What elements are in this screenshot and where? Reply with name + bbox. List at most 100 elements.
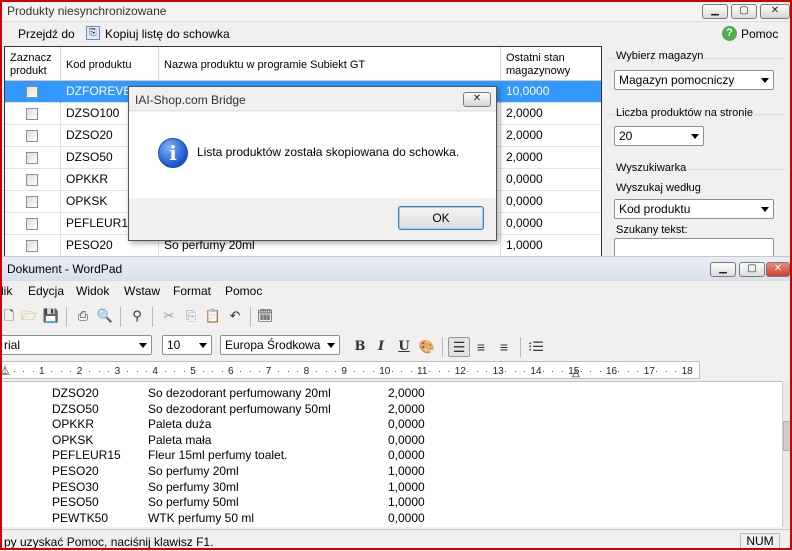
wordpad-maximize-button[interactable]: ▢ bbox=[739, 262, 765, 277]
row-checkbox[interactable] bbox=[26, 240, 38, 252]
toolbar-separator bbox=[520, 337, 521, 357]
search-text-input[interactable] bbox=[614, 238, 774, 258]
align-right-icon[interactable]: ≡ bbox=[495, 338, 513, 356]
num-lock-indicator: NUM bbox=[740, 533, 780, 549]
toolbar-separator bbox=[442, 337, 443, 357]
dialog-titlebar[interactable]: IAI-Shop.com Bridge ✕ bbox=[129, 87, 496, 111]
print-preview-icon[interactable]: 🔍 bbox=[96, 307, 114, 325]
search-by-select[interactable]: Kod produktu bbox=[614, 199, 774, 219]
toolbar-separator bbox=[152, 307, 153, 327]
vertical-scrollbar[interactable] bbox=[782, 381, 792, 527]
wordpad-close-button[interactable]: ✕ bbox=[766, 262, 790, 277]
ruler-tick bbox=[627, 371, 629, 372]
ruler-number: 6 bbox=[228, 366, 234, 377]
row-checkbox[interactable] bbox=[26, 196, 38, 208]
bullets-icon[interactable]: ⁝☰ bbox=[527, 338, 545, 356]
ruler-number: 13 bbox=[492, 366, 504, 377]
line-code: PESO30 bbox=[52, 479, 99, 494]
ruler-tick bbox=[32, 371, 34, 372]
align-center-icon[interactable]: ≡ bbox=[472, 338, 490, 356]
ruler-number: 16 bbox=[606, 366, 618, 377]
status-bar: py uzyskać Pomoc, naciśnij klawisz F1. N… bbox=[0, 529, 792, 551]
menu-view[interactable]: Widok bbox=[76, 284, 109, 298]
undo-icon[interactable]: ↶ bbox=[226, 307, 244, 325]
font-name-value: rial bbox=[4, 338, 21, 352]
find-icon[interactable]: ⚲ bbox=[128, 307, 146, 325]
ok-button[interactable]: OK bbox=[398, 206, 484, 230]
close-button[interactable]: ✕ bbox=[760, 4, 790, 19]
header-code[interactable]: Kod produktu bbox=[61, 47, 159, 81]
copy-icon[interactable]: ⎘ bbox=[182, 307, 200, 325]
save-icon[interactable]: 💾 bbox=[42, 307, 60, 325]
indent-marker[interactable]: ⏅ bbox=[0, 362, 10, 377]
menu-help[interactable]: Pomoc bbox=[225, 284, 262, 298]
row-checkbox[interactable] bbox=[26, 108, 38, 120]
ruler-tick bbox=[325, 371, 327, 372]
italic-button[interactable]: I bbox=[372, 338, 390, 356]
right-indent-marker[interactable]: △ bbox=[572, 368, 580, 379]
minimize-button[interactable]: ▁ bbox=[702, 4, 728, 19]
select-cell[interactable] bbox=[5, 103, 61, 125]
wordpad-title: Dokument - WordPad bbox=[7, 262, 123, 276]
line-code: OPKSK bbox=[52, 432, 94, 447]
select-cell[interactable] bbox=[5, 81, 61, 103]
ruler-tick bbox=[221, 371, 223, 372]
header-stock[interactable]: Ostatni stan magazynowy bbox=[501, 47, 601, 81]
wordpad-minimize-button[interactable]: ▁ bbox=[710, 262, 736, 277]
select-cell[interactable] bbox=[5, 235, 61, 257]
row-checkbox[interactable] bbox=[26, 218, 38, 230]
copy-list-button[interactable]: Kopiuj listę do schowka bbox=[105, 27, 230, 41]
cut-icon[interactable]: ✂ bbox=[160, 307, 178, 325]
toolbar-separator bbox=[66, 307, 67, 327]
select-cell[interactable] bbox=[5, 213, 61, 235]
select-cell[interactable] bbox=[5, 169, 61, 191]
paste-icon[interactable]: 📋 bbox=[204, 307, 222, 325]
select-cell[interactable] bbox=[5, 147, 61, 169]
chevron-down-icon bbox=[691, 134, 699, 139]
dialog-close-button[interactable]: ✕ bbox=[463, 92, 491, 107]
line-code: DZSO50 bbox=[52, 401, 99, 416]
script-select[interactable]: Europa Środkowa bbox=[220, 335, 340, 355]
ruler-tick bbox=[316, 371, 318, 372]
ruler[interactable]: ⏅ 1 2 3 4 5 6 7 8 9 10 11 12 13 14 15 16 17 18 △ bbox=[0, 361, 700, 379]
open-folder-icon[interactable]: 🗁 bbox=[20, 307, 38, 325]
select-cell[interactable] bbox=[5, 191, 61, 213]
new-document-icon[interactable]: 🗋 bbox=[0, 307, 18, 325]
wordpad-titlebar[interactable]: Dokument - WordPad ▁ ▢ ✕ bbox=[0, 257, 792, 281]
menu-edit[interactable]: Edycja bbox=[28, 284, 64, 298]
insert-date-icon[interactable]: 🗓 bbox=[256, 307, 274, 325]
row-checkbox[interactable] bbox=[26, 152, 38, 164]
row-checkbox[interactable] bbox=[26, 130, 38, 142]
document-area[interactable]: DZSO20 So dezodorant perfumowany 20ml 2,00… bbox=[0, 381, 782, 527]
ruler-tick bbox=[580, 371, 582, 372]
ruler-number: 5 bbox=[190, 366, 196, 377]
underline-button[interactable]: U bbox=[395, 338, 413, 356]
help-button[interactable]: Pomoc bbox=[741, 27, 778, 41]
warehouse-select[interactable]: Magazyn pomocniczy bbox=[614, 70, 774, 90]
ruler-number: 2 bbox=[76, 366, 83, 377]
select-cell[interactable] bbox=[5, 125, 61, 147]
font-name-select[interactable]: rial bbox=[0, 335, 152, 355]
row-checkbox[interactable] bbox=[26, 174, 38, 186]
per-page-select-value: 20 bbox=[619, 129, 633, 143]
header-name[interactable]: Nazwa produktu w programie Subiekt GT bbox=[159, 47, 501, 81]
maximize-button[interactable]: ▢ bbox=[731, 4, 757, 19]
chevron-down-icon bbox=[199, 343, 207, 348]
ruler-tick bbox=[542, 371, 544, 372]
products-window-titlebar[interactable]: Produkty niesynchronizowane ▁ ▢ ✕ bbox=[0, 0, 792, 22]
ruler-tick bbox=[334, 371, 336, 372]
menu-insert[interactable]: Wstaw bbox=[124, 284, 160, 298]
row-checkbox[interactable] bbox=[26, 86, 38, 98]
color-palette-icon[interactable]: 🎨 bbox=[418, 338, 436, 356]
goto-menu[interactable]: Przejdź do bbox=[18, 27, 75, 41]
font-size-select[interactable]: 10 bbox=[162, 335, 212, 355]
ruler-tick bbox=[202, 371, 204, 372]
scrollbar-thumb[interactable] bbox=[783, 421, 792, 451]
per-page-select[interactable]: 20 bbox=[614, 126, 704, 146]
menu-format[interactable]: Format bbox=[173, 284, 211, 298]
menu-file[interactable]: lik bbox=[1, 284, 12, 298]
bold-button[interactable]: B bbox=[351, 338, 369, 356]
print-icon[interactable]: ⎙ bbox=[74, 307, 92, 325]
header-select[interactable]: Zaznacz produkt bbox=[5, 47, 61, 81]
products-toolbar: Przejdź do ⎘ Kopiuj listę do schowka ? P… bbox=[0, 23, 792, 45]
